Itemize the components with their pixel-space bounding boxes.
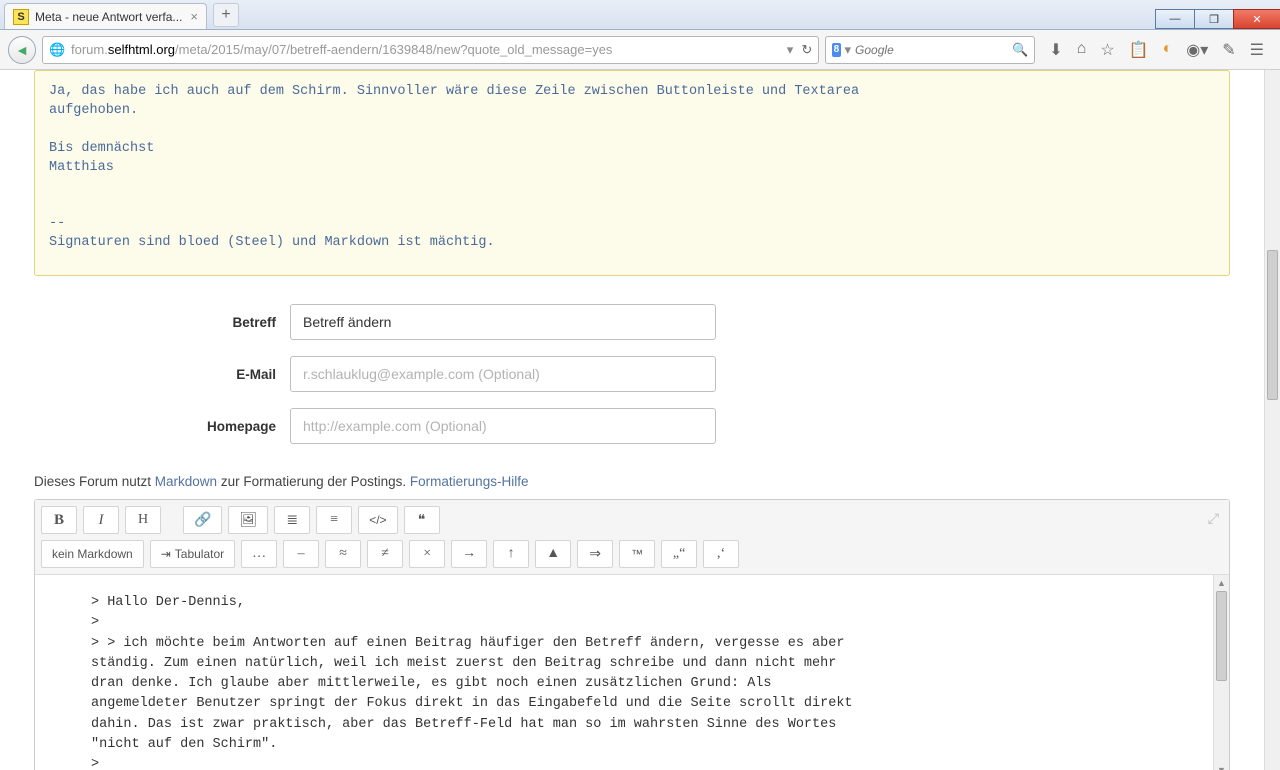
google-icon: 8 [832,43,840,57]
no-markdown-button[interactable]: kein Markdown [41,540,144,568]
approx-button[interactable]: ≈ [325,540,361,568]
scroll-up-icon[interactable]: ▲ [1214,575,1229,591]
tm-button[interactable]: ™ [619,540,655,568]
favicon: S [13,9,29,25]
window-minimize-button[interactable]: — [1155,9,1195,29]
downloads-icon[interactable]: ⬇ [1049,40,1062,60]
single-quotes-button[interactable]: ,‘ [703,540,739,568]
italic-button[interactable]: I [83,506,119,534]
quoted-message: Ja, das habe ich auch auf dem Schirm. Si… [34,70,1230,276]
ol-button[interactable]: ≡ [316,506,352,534]
sync-icon[interactable]: ◉▾ [1186,40,1208,60]
rarr-button[interactable]: → [451,540,487,568]
subject-input[interactable] [290,304,716,340]
textarea-scrollbar[interactable]: ▲ ▼ [1213,575,1229,770]
code-button[interactable]: </> [358,506,397,534]
bookmark-star-icon[interactable]: ☆ [1100,40,1114,60]
url-text: forum.selfhtml.org/meta/2015/may/07/betr… [71,42,783,57]
search-icon[interactable]: 🔍 [1012,42,1028,58]
subject-label: Betreff [34,315,290,330]
formatting-help-link[interactable]: Formatierungs-Hilfe [410,474,529,489]
fullscreen-icon[interactable]: ⤢ [1208,510,1219,527]
double-arrow-button[interactable]: ⇒ [577,540,613,568]
message-textarea[interactable] [35,575,1229,770]
homepage-label: Homepage [34,419,290,434]
editor-toolbar: ⤢ B I H 🔗 🖼 ≣ ≡ </> ❝ kein Markdown ⇥Tab… [35,500,1229,575]
german-quotes-button[interactable]: „“ [661,540,697,568]
tab-close-icon[interactable]: × [190,9,198,24]
email-input[interactable] [290,356,716,392]
browser-tab[interactable]: S Meta - neue Antwort verfa... × [4,3,207,29]
back-button[interactable]: ◄ [8,36,36,64]
link-button[interactable]: 🔗 [183,506,222,534]
page-scroll-thumb[interactable] [1267,250,1278,400]
markdown-hint: Dieses Forum nutzt Markdown zur Formatie… [34,474,1230,489]
tab-title: Meta - neue Antwort verfa... [35,10,182,24]
search-input[interactable] [855,43,1012,57]
homepage-input[interactable] [290,408,716,444]
globe-icon: 🌐 [49,42,65,58]
image-button[interactable]: 🖼 [228,506,268,534]
addon-icon[interactable]: ◐ [1163,40,1173,60]
bold-button[interactable]: B [41,506,77,534]
ellipsis-button[interactable]: … [241,540,277,568]
times-button[interactable]: × [409,540,445,568]
new-tab-button[interactable]: + [213,3,239,27]
url-bar[interactable]: 🌐 forum.selfhtml.org/meta/2015/may/07/be… [42,36,819,64]
window-titlebar: S Meta - neue Antwort verfa... × + — ❐ ✕ [0,0,1280,30]
neq-button[interactable]: ≠ [367,540,403,568]
toolbar-icons: ⬇ ⌂ ☆ 📋 ◐ ◉▾ ✎ ☰ [1041,40,1272,60]
menu-icon[interactable]: ☰ [1250,40,1264,60]
uarr-button[interactable]: ↑ [493,540,529,568]
ndash-button[interactable]: – [283,540,319,568]
quote-button[interactable]: ❝ [404,506,440,534]
markdown-link[interactable]: Markdown [155,474,217,489]
email-label: E-Mail [34,367,290,382]
url-dropdown-icon[interactable]: ▾ [787,42,794,58]
browser-navbar: ◄ 🌐 forum.selfhtml.org/meta/2015/may/07/… [0,30,1280,70]
window-maximize-button[interactable]: ❐ [1194,9,1234,29]
clipboard-icon[interactable]: 📋 [1129,40,1149,60]
tabulator-button[interactable]: ⇥Tabulator [150,540,235,568]
scroll-thumb[interactable] [1216,591,1227,681]
ul-button[interactable]: ≣ [274,506,310,534]
reload-icon[interactable]: ↻ [801,42,812,58]
triangle-button[interactable]: ▲ [535,540,571,568]
scroll-down-icon[interactable]: ▼ [1214,762,1229,770]
search-bar[interactable]: 8 ▾ 🔍 [825,36,1035,64]
window-close-button[interactable]: ✕ [1233,9,1280,29]
extension-icon[interactable]: ✎ [1222,40,1235,60]
home-icon[interactable]: ⌂ [1077,40,1087,60]
heading-button[interactable]: H [125,506,161,534]
page-scrollbar[interactable] [1264,70,1280,770]
editor: ⤢ B I H 🔗 🖼 ≣ ≡ </> ❝ kein Markdown ⇥Tab… [34,499,1230,770]
